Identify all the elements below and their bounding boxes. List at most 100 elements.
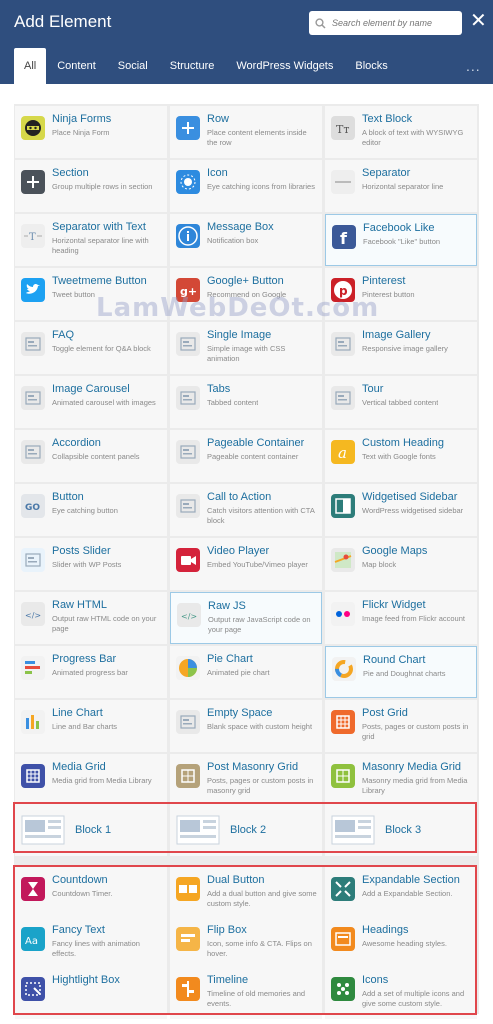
element-custom-heading[interactable]: a Custom Heading Text with Google fonts	[325, 430, 477, 482]
cta-icon	[176, 494, 200, 518]
element-pageable-container[interactable]: Pageable Container Pageable content conta…	[170, 430, 322, 482]
element-tweetmeme-button[interactable]: Tweetmeme Button Tweet button	[15, 268, 167, 320]
element-text: Custom Heading Text with Google fonts	[362, 437, 444, 462]
search-input[interactable]	[332, 18, 452, 28]
element-tour[interactable]: Tour Vertical tabbed content	[325, 376, 477, 428]
block-2[interactable]: Block 2	[170, 804, 322, 856]
element-description: Blank space with custom height	[207, 722, 313, 731]
element-description: Output raw HTML code on your page	[52, 614, 157, 633]
element-empty-space[interactable]: Empty Space Blank space with custom heigh…	[170, 700, 322, 752]
element-flickr-widget[interactable]: Flickr Widget Image feed from Flickr acco…	[325, 592, 477, 644]
element-text: Raw JS Output raw JavaScript code on your…	[208, 600, 317, 635]
element-name: Fancy Text	[52, 924, 105, 936]
element-description: Masonry media grid from Media Library	[362, 776, 468, 795]
element-separator-with-text[interactable]: T Separator with Text Horizontal separator…	[15, 214, 167, 266]
element-icons[interactable]: Icons Add a set of multiple icons and giv…	[325, 967, 477, 1019]
element-description: Animated pie chart	[207, 668, 270, 677]
element-text: Widgetised Sidebar WordPress widgetised s…	[362, 491, 463, 516]
element-row[interactable]: Row Place content elements inside the row	[170, 106, 322, 158]
text-separator-icon: T	[21, 224, 45, 248]
tab-all[interactable]: All	[14, 48, 47, 84]
element-progress-bar[interactable]: Progress Bar Animated progress bar	[15, 646, 167, 698]
element-raw-html[interactable]: </> Raw HTML Output raw HTML code on your …	[15, 592, 167, 644]
element-expandable-section[interactable]: Expandable Section Add a Expandable Secti…	[325, 867, 477, 919]
more-options-icon[interactable]: ...	[466, 58, 481, 74]
element-text: Headings Awesome heading styles.	[362, 924, 447, 949]
tab-wordpress-widgets[interactable]: WordPress Widgets	[225, 48, 344, 84]
element-call-to-action[interactable]: Call to Action Catch visitors attention w…	[170, 484, 322, 536]
element-media-grid[interactable]: Media Grid Media grid from Media Library	[15, 754, 167, 806]
element-button[interactable]: GO Button Eye catching button	[15, 484, 167, 536]
search-box[interactable]	[309, 11, 462, 35]
element-hightlight-box[interactable]: Hightlight Box	[15, 967, 167, 1019]
carousel-icon	[21, 386, 45, 410]
element-masonry-media-grid[interactable]: Masonry Media Grid Masonry media grid fro…	[325, 754, 477, 806]
element-text-block[interactable]: Tт Text Block A block of text with WYSIWYG…	[325, 106, 477, 158]
tab-content[interactable]: Content	[46, 48, 107, 84]
element-description: Add a dual button and give some custom s…	[207, 889, 317, 908]
element-name: Facebook Like	[363, 222, 435, 234]
element-name: Text Block	[362, 113, 413, 125]
element-posts-slider[interactable]: Posts Slider Slider with WP Posts	[15, 538, 167, 590]
close-icon[interactable]: ✕	[470, 11, 487, 31]
element-raw-js[interactable]: </> Raw JS Output raw JavaScript code on y…	[170, 592, 322, 644]
tab-social[interactable]: Social	[107, 48, 159, 84]
element-google-maps[interactable]: Google Maps Map block	[325, 538, 477, 590]
element-round-chart[interactable]: Round Chart Pie and Doughnat charts	[325, 646, 477, 698]
element-accordion[interactable]: Accordion Collapsible content panels	[15, 430, 167, 482]
element-headings[interactable]: Headings Awesome heading styles.	[325, 917, 477, 969]
element-facebook-like[interactable]: f Facebook Like Facebook "Like" button	[325, 214, 477, 266]
element-post-masonry-grid[interactable]: Post Masonry Grid Posts, pages or custom …	[170, 754, 322, 806]
element-name: Google+ Button	[207, 275, 284, 287]
element-text: Text Block A block of text with WYSIWYG e…	[362, 113, 473, 148]
element-name: Icon	[207, 167, 228, 179]
element-text: Separator with Text Horizontal separator …	[52, 221, 163, 256]
svg-text:Tт: Tт	[336, 123, 349, 136]
block-name: Block 2	[230, 824, 267, 836]
element-flip-box[interactable]: Flip Box Icon, some info & CTA. Flips on …	[170, 917, 322, 969]
element-countdown[interactable]: Countdown Countdown Timer.	[15, 867, 167, 919]
element-icon[interactable]: Icon Eye catching icons from libraries	[170, 160, 322, 212]
category-tabs: All Content Social Structure WordPress W…	[14, 48, 399, 84]
element-tabs[interactable]: Tabs Tabbed content	[170, 376, 322, 428]
element-pinterest[interactable]: p Pinterest Pinterest button	[325, 268, 477, 320]
element-name: Row	[207, 113, 230, 125]
element-name: Tabs	[207, 383, 231, 395]
element-description: Group multiple rows in section	[52, 182, 153, 191]
progress-icon	[21, 656, 45, 680]
element-image-gallery[interactable]: Image Gallery Responsive image gallery	[325, 322, 477, 374]
element-description: Countdown Timer.	[52, 889, 113, 898]
tab-blocks[interactable]: Blocks	[344, 48, 398, 84]
element-single-image[interactable]: Single Image Simple image with CSS animat…	[170, 322, 322, 374]
element-section[interactable]: Section Group multiple rows in section	[15, 160, 167, 212]
element-text: Pageable Container Pageable content conta…	[207, 437, 304, 462]
block-3[interactable]: Block 3	[325, 804, 477, 856]
element-description: Posts, pages or custom posts in masonry …	[207, 776, 314, 795]
element-widgetised-sidebar[interactable]: Widgetised Sidebar WordPress widgetised s…	[325, 484, 477, 536]
element-pie-chart[interactable]: Pie Chart Animated pie chart	[170, 646, 322, 698]
element-description: Animated carousel with images	[52, 398, 156, 407]
element-line-chart[interactable]: Line Chart Line and Bar charts	[15, 700, 167, 752]
element-name: Raw JS	[208, 600, 246, 612]
element-post-grid[interactable]: Post Grid Posts, pages or custom posts in…	[325, 700, 477, 752]
element-video-player[interactable]: Video Player Embed YouTube/Vimeo player	[170, 538, 322, 590]
tabs-icon	[176, 386, 200, 410]
element-name: Message Box	[207, 221, 274, 233]
tour-icon	[331, 386, 355, 410]
element-ninja-forms[interactable]: Ninja Forms Place Ninja Form	[15, 106, 167, 158]
dialog-header: Add Element ✕ All Content Social Structu…	[0, 0, 493, 84]
block-name: Block 3	[385, 824, 422, 836]
element-description: Pageable content container	[207, 452, 299, 461]
block-1[interactable]: Block 1	[15, 804, 167, 856]
element-fancy-text[interactable]: Aa Fancy Text Fancy lines with animation e…	[15, 917, 167, 969]
video-icon	[176, 548, 200, 572]
tab-structure[interactable]: Structure	[159, 48, 226, 84]
element-google-button[interactable]: g+ Google+ Button Recommend on Google	[170, 268, 322, 320]
element-message-box[interactable]: Message Box Notification box	[170, 214, 322, 266]
element-dual-button[interactable]: Dual Button Add a dual button and give so…	[170, 867, 322, 919]
element-image-carousel[interactable]: Image Carousel Animated carousel with ima…	[15, 376, 167, 428]
element-timeline[interactable]: Timeline Timeline of old memories and eve…	[170, 967, 322, 1019]
element-faq[interactable]: FAQ Toggle element for Q&A block	[15, 322, 167, 374]
element-description: Place Ninja Form	[52, 128, 110, 137]
element-separator[interactable]: Separator Horizontal separator line	[325, 160, 477, 212]
